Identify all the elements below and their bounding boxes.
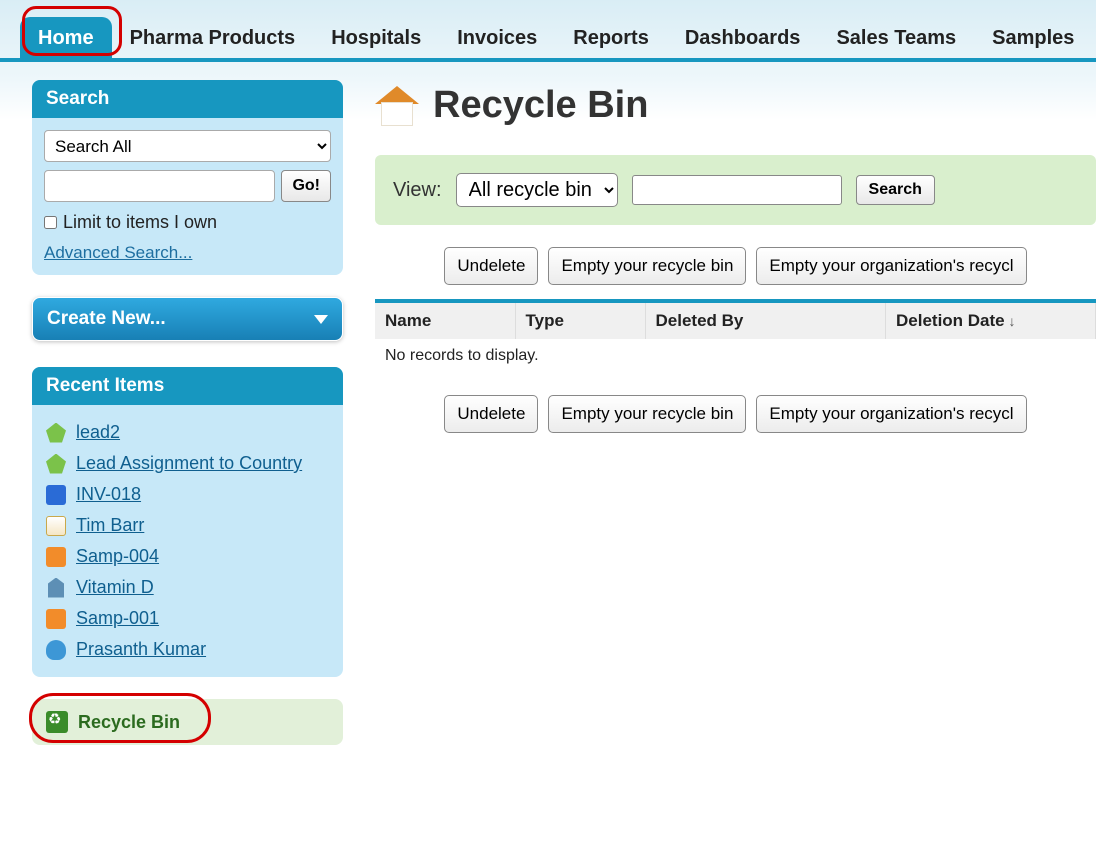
list-item: Prasanth Kumar — [44, 634, 331, 665]
sidebar-recycle-bin-label: Recycle Bin — [78, 712, 180, 733]
list-item: Tim Barr — [44, 510, 331, 541]
sidebar: Search Search All Go! Limit to items I o… — [0, 62, 355, 763]
view-filter-bar: View: All recycle bin Search — [375, 155, 1096, 225]
view-search-input[interactable] — [632, 175, 842, 205]
tab-reports[interactable]: Reports — [555, 17, 667, 58]
search-input[interactable] — [44, 170, 275, 202]
tab-invoices[interactable]: Invoices — [439, 17, 555, 58]
lead-icon — [46, 423, 66, 443]
create-new-label: Create New... — [47, 308, 166, 330]
page-title: Recycle Bin — [433, 84, 648, 127]
search-go-button[interactable]: Go! — [281, 170, 331, 202]
recent-item-link[interactable]: Samp-001 — [76, 608, 159, 629]
samp-icon — [46, 609, 66, 629]
undelete-button[interactable]: Undelete — [444, 395, 538, 433]
recent-item-link[interactable]: INV-018 — [76, 484, 141, 505]
list-item: Samp-004 — [44, 541, 331, 572]
recent-item-link[interactable]: Prasanth Kumar — [76, 639, 206, 660]
col-type[interactable]: Type — [515, 301, 645, 339]
hosp-icon — [46, 578, 66, 598]
create-new-button[interactable]: Create New... — [32, 297, 343, 341]
view-search-button[interactable]: Search — [856, 175, 935, 205]
contact-icon — [46, 516, 66, 536]
undelete-button[interactable]: Undelete — [444, 247, 538, 285]
samp-icon — [46, 547, 66, 567]
home-icon — [375, 86, 419, 126]
table-row: No records to display. — [375, 339, 1096, 373]
list-item: Samp-001 — [44, 603, 331, 634]
page-header: Recycle Bin — [375, 84, 1096, 127]
recent-items-panel: Recent Items lead2 Lead Assignment to Cou… — [32, 367, 343, 677]
tab-home[interactable]: Home — [20, 17, 112, 58]
limit-own-row[interactable]: Limit to items I own — [44, 212, 331, 233]
tab-pharma-products[interactable]: Pharma Products — [112, 17, 314, 58]
col-deleted-by[interactable]: Deleted By — [645, 301, 886, 339]
main-nav-tabs: HomePharma ProductsHospitalsInvoicesRepo… — [0, 0, 1096, 62]
col-name[interactable]: Name — [375, 301, 515, 339]
search-panel-header: Search — [32, 80, 343, 118]
list-item: lead2 — [44, 417, 331, 448]
list-item: Vitamin D — [44, 572, 331, 603]
inv-icon — [46, 485, 66, 505]
recent-item-link[interactable]: Tim Barr — [76, 515, 144, 536]
view-label: View: — [393, 179, 442, 202]
recent-items-header: Recent Items — [32, 367, 343, 405]
user-icon — [46, 640, 66, 660]
main-content: Recycle Bin View: All recycle bin Search… — [355, 62, 1096, 763]
recent-item-link[interactable]: Samp-004 — [76, 546, 159, 567]
limit-own-checkbox[interactable] — [44, 216, 57, 229]
recycle-bin-icon — [46, 711, 68, 733]
recycle-bin-table: NameTypeDeleted ByDeletion Date ↓ No rec… — [375, 299, 1096, 373]
tab-dashboards[interactable]: Dashboards — [667, 17, 819, 58]
recent-item-link[interactable]: Lead Assignment to Country — [76, 453, 302, 474]
limit-own-label: Limit to items I own — [63, 212, 217, 233]
view-select[interactable]: All recycle bin — [456, 173, 618, 207]
sidebar-recycle-bin[interactable]: Recycle Bin — [32, 699, 343, 745]
recent-items-list: lead2 Lead Assignment to Country INV-018 Ti… — [44, 417, 331, 665]
col-deletion-date[interactable]: Deletion Date ↓ — [886, 301, 1096, 339]
empty-org-button[interactable]: Empty your organization's recycl — [756, 247, 1026, 285]
search-scope-select[interactable]: Search All — [44, 130, 331, 162]
table-header-row: NameTypeDeleted ByDeletion Date ↓ — [375, 301, 1096, 339]
action-row-top: Undelete Empty your recycle bin Empty yo… — [375, 247, 1096, 285]
chevron-down-icon — [314, 315, 328, 324]
empty-message: No records to display. — [375, 339, 1096, 373]
list-item: INV-018 — [44, 479, 331, 510]
advanced-search-link[interactable]: Advanced Search... — [44, 243, 192, 262]
sort-descending-icon: ↓ — [1005, 313, 1016, 329]
action-row-bottom: Undelete Empty your recycle bin Empty yo… — [375, 395, 1096, 433]
tab-samples[interactable]: Samples — [974, 17, 1092, 58]
empty-own-button[interactable]: Empty your recycle bin — [548, 247, 746, 285]
recent-item-link[interactable]: Vitamin D — [76, 577, 154, 598]
list-item: Lead Assignment to Country — [44, 448, 331, 479]
tab-hospitals[interactable]: Hospitals — [313, 17, 439, 58]
search-panel: Search Search All Go! Limit to items I o… — [32, 80, 343, 275]
empty-org-button[interactable]: Empty your organization's recycl — [756, 395, 1026, 433]
empty-own-button[interactable]: Empty your recycle bin — [548, 395, 746, 433]
lead-icon — [46, 454, 66, 474]
tab-sales-teams[interactable]: Sales Teams — [818, 17, 974, 58]
recent-item-link[interactable]: lead2 — [76, 422, 120, 443]
